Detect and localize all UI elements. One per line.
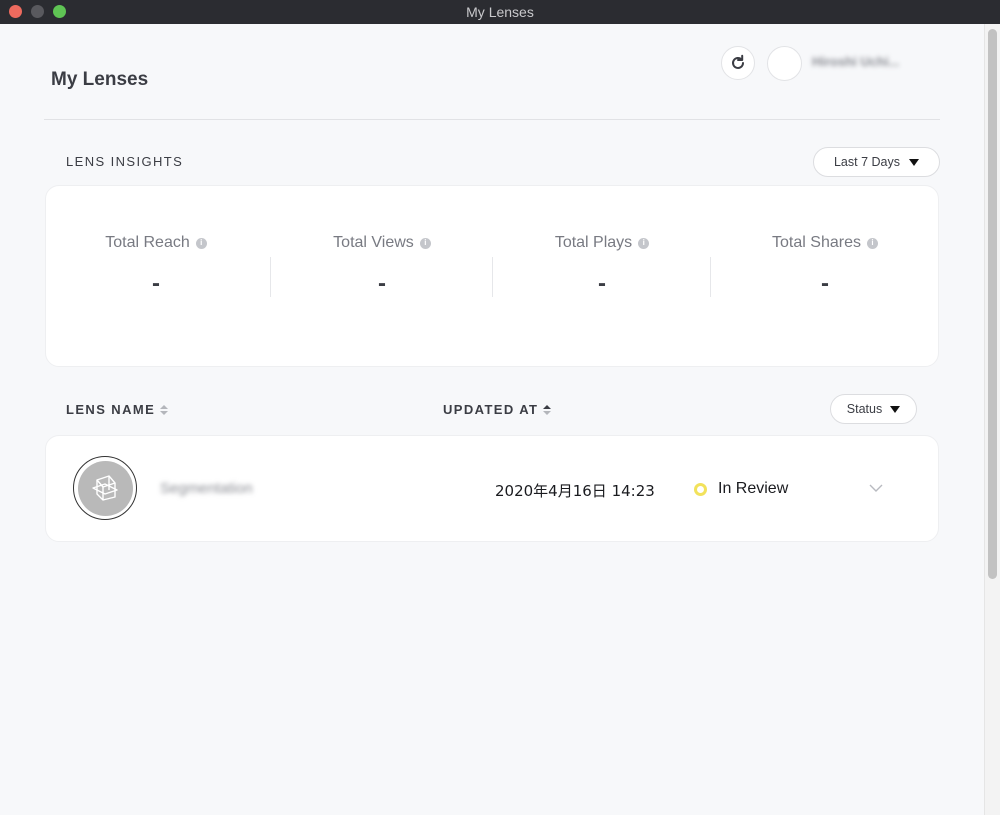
chevron-down-icon[interactable]: [869, 481, 883, 495]
refresh-button[interactable]: [721, 46, 755, 80]
status-text: In Review: [718, 480, 789, 497]
info-icon[interactable]: i: [195, 237, 207, 249]
user-name[interactable]: Hiroshi Uchi...: [812, 54, 899, 69]
stat-label: Total Shares: [772, 234, 861, 251]
stat-divider: [492, 257, 493, 297]
sort-icon: [543, 404, 552, 415]
updated-at-column-header[interactable]: UPDATED AT: [443, 402, 552, 417]
sort-icon: [160, 404, 169, 415]
column-label: LENS NAME: [66, 402, 156, 417]
stat-divider: [270, 257, 271, 297]
page-title: My Lenses: [51, 69, 149, 90]
stat-divider: [710, 257, 711, 297]
stat-value: -: [598, 270, 606, 297]
date-range-value: Last 7 Days: [833, 155, 900, 169]
lens-name-column-header[interactable]: LENS NAME: [66, 402, 169, 417]
refresh-icon: [732, 54, 744, 69]
header-divider: [44, 119, 940, 120]
scrollbar[interactable]: [984, 24, 1000, 815]
status-filter-select[interactable]: Status: [830, 394, 917, 424]
insights-card: Total Reach i - Total Views i - Total Play…: [45, 185, 939, 367]
stat-total-plays: Total Plays i -: [542, 234, 662, 298]
window-titlebar: My Lenses: [0, 0, 1000, 24]
status-indicator: [694, 483, 707, 496]
window-controls: [9, 5, 66, 18]
close-window-button[interactable]: [9, 5, 22, 18]
cube-icon: [92, 475, 118, 501]
info-icon[interactable]: i: [638, 237, 650, 249]
window-title: My Lenses: [466, 4, 534, 20]
lens-name[interactable]: Segmentation: [160, 480, 253, 497]
column-label: UPDATED AT: [443, 402, 539, 417]
stat-total-shares: Total Shares i -: [760, 234, 890, 298]
stat-value: -: [821, 270, 829, 297]
lens-insights-label: LENS INSIGHTS: [66, 154, 184, 169]
date-range-select[interactable]: Last 7 Days: [813, 147, 940, 177]
stat-total-views: Total Views i -: [322, 234, 442, 298]
stat-value: -: [152, 270, 160, 297]
table-row[interactable]: Segmentation 2020年4月16日 14:23 In Review: [45, 435, 939, 542]
caret-down-icon: [890, 405, 901, 413]
main-content: My Lenses Hiroshi Uchi... LENS INSIGHTS …: [0, 24, 984, 815]
lens-thumbnail: [73, 456, 137, 520]
status-filter-label: Status: [846, 402, 883, 416]
maximize-window-button[interactable]: [53, 5, 66, 18]
stat-total-reach: Total Reach i -: [96, 234, 216, 298]
stat-label: Total Plays: [554, 234, 633, 251]
stat-label: Total Reach: [105, 234, 190, 251]
updated-at-value: 2020年4月16日 14:23: [495, 482, 655, 500]
info-icon[interactable]: i: [866, 237, 878, 249]
scrollbar-thumb[interactable]: [988, 29, 997, 579]
stat-label: Total Views: [333, 234, 414, 251]
minimize-window-button[interactable]: [31, 5, 44, 18]
caret-down-icon: [909, 158, 919, 166]
avatar[interactable]: [767, 46, 802, 81]
info-icon[interactable]: i: [419, 237, 431, 249]
stat-value: -: [378, 270, 386, 297]
